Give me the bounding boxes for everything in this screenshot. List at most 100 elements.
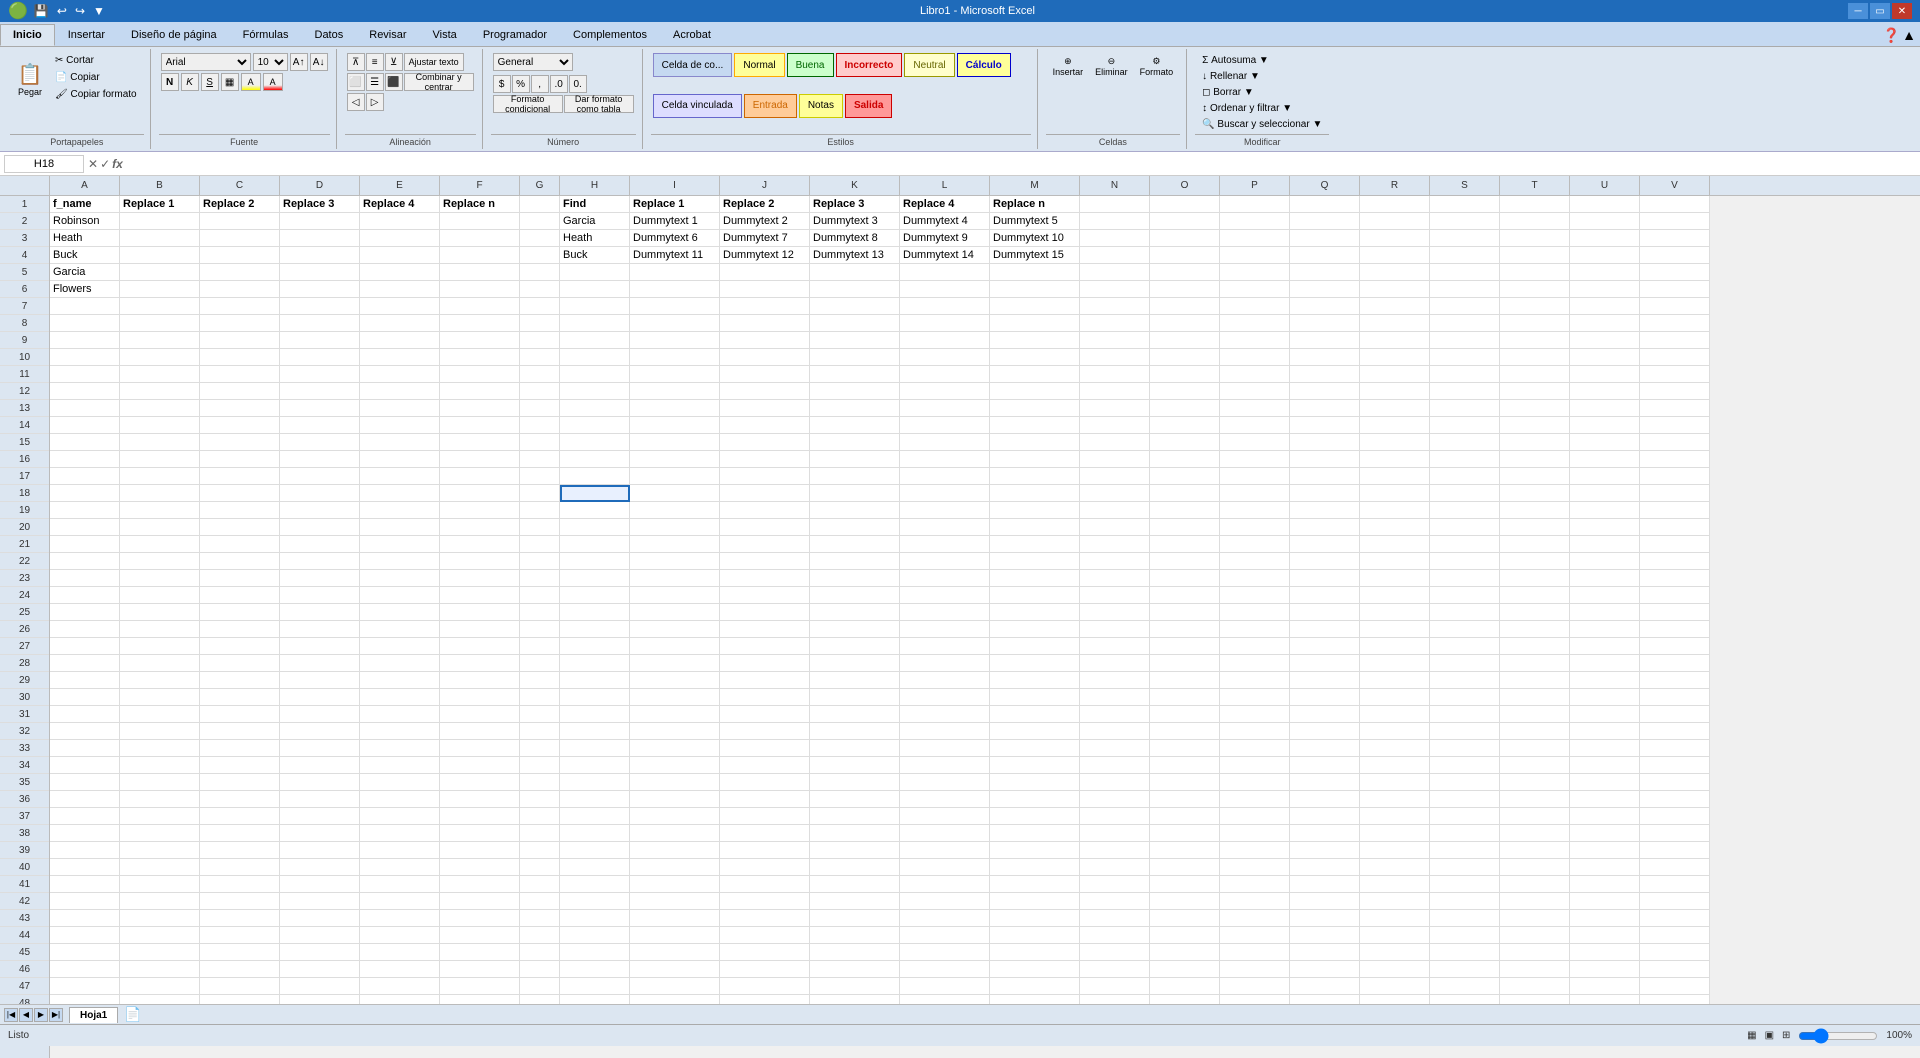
cell-t14[interactable] [1500, 417, 1570, 434]
cell-o16[interactable] [1150, 451, 1220, 468]
cell-l39[interactable] [900, 842, 990, 859]
cell-l35[interactable] [900, 774, 990, 791]
cell-h38[interactable] [560, 825, 630, 842]
view-layout-icon[interactable]: ▣ [1765, 1030, 1774, 1041]
cell-t35[interactable] [1500, 774, 1570, 791]
cell-h44[interactable] [560, 927, 630, 944]
cell-p24[interactable] [1220, 587, 1290, 604]
cell-g6[interactable] [520, 281, 560, 298]
row-header-10[interactable]: 10 [0, 349, 49, 366]
cell-r41[interactable] [1360, 876, 1430, 893]
cell-n3[interactable] [1080, 230, 1150, 247]
cell-u18[interactable] [1570, 485, 1640, 502]
cell-m26[interactable] [990, 621, 1080, 638]
cell-l25[interactable] [900, 604, 990, 621]
cell-u28[interactable] [1570, 655, 1640, 672]
cell-h27[interactable] [560, 638, 630, 655]
cell-i13[interactable] [630, 400, 720, 417]
cell-n14[interactable] [1080, 417, 1150, 434]
cell-t28[interactable] [1500, 655, 1570, 672]
cell-e20[interactable] [360, 519, 440, 536]
sheet-first-button[interactable]: |◀ [4, 1008, 18, 1022]
cell-l9[interactable] [900, 332, 990, 349]
cell-l12[interactable] [900, 383, 990, 400]
cell-j28[interactable] [720, 655, 810, 672]
cell-u16[interactable] [1570, 451, 1640, 468]
cell-g36[interactable] [520, 791, 560, 808]
cell-u8[interactable] [1570, 315, 1640, 332]
cell-p1[interactable] [1220, 196, 1290, 213]
cell-t25[interactable] [1500, 604, 1570, 621]
row-header-44[interactable]: 44 [0, 927, 49, 944]
row-header-17[interactable]: 17 [0, 468, 49, 485]
cell-t32[interactable] [1500, 723, 1570, 740]
cell-h30[interactable] [560, 689, 630, 706]
cell-v44[interactable] [1640, 927, 1710, 944]
cell-q21[interactable] [1290, 536, 1360, 553]
cell-t8[interactable] [1500, 315, 1570, 332]
cell-h14[interactable] [560, 417, 630, 434]
cell-t16[interactable] [1500, 451, 1570, 468]
cell-k35[interactable] [810, 774, 900, 791]
row-header-2[interactable]: 2 [0, 213, 49, 230]
cell-m15[interactable] [990, 434, 1080, 451]
cell-p2[interactable] [1220, 213, 1290, 230]
cell-k12[interactable] [810, 383, 900, 400]
cell-g11[interactable] [520, 366, 560, 383]
cell-v12[interactable] [1640, 383, 1710, 400]
cell-l1[interactable]: Replace 4 [900, 196, 990, 213]
cell-d23[interactable] [280, 570, 360, 587]
cell-d37[interactable] [280, 808, 360, 825]
cell-h33[interactable] [560, 740, 630, 757]
cell-e4[interactable] [360, 247, 440, 264]
cell-a23[interactable] [50, 570, 120, 587]
cell-f9[interactable] [440, 332, 520, 349]
cell-s9[interactable] [1430, 332, 1500, 349]
cell-e47[interactable] [360, 978, 440, 995]
cell-a45[interactable] [50, 944, 120, 961]
cell-d18[interactable] [280, 485, 360, 502]
cell-g26[interactable] [520, 621, 560, 638]
cell-k16[interactable] [810, 451, 900, 468]
cell-j15[interactable] [720, 434, 810, 451]
cell-t23[interactable] [1500, 570, 1570, 587]
cell-r1[interactable] [1360, 196, 1430, 213]
cell-n36[interactable] [1080, 791, 1150, 808]
col-header-g[interactable]: G [520, 176, 560, 195]
cell-p30[interactable] [1220, 689, 1290, 706]
cell-b14[interactable] [120, 417, 200, 434]
cell-c22[interactable] [200, 553, 280, 570]
cell-l16[interactable] [900, 451, 990, 468]
cell-a32[interactable] [50, 723, 120, 740]
cell-e29[interactable] [360, 672, 440, 689]
cell-s40[interactable] [1430, 859, 1500, 876]
cell-h46[interactable] [560, 961, 630, 978]
cell-h12[interactable] [560, 383, 630, 400]
cell-n19[interactable] [1080, 502, 1150, 519]
col-header-n[interactable]: N [1080, 176, 1150, 195]
cell-m14[interactable] [990, 417, 1080, 434]
cell-p3[interactable] [1220, 230, 1290, 247]
cell-d22[interactable] [280, 553, 360, 570]
cell-c43[interactable] [200, 910, 280, 927]
format-table-button[interactable]: Dar formato como tabla [564, 95, 634, 113]
cell-k3[interactable]: Dummytext 8 [810, 230, 900, 247]
cell-f28[interactable] [440, 655, 520, 672]
cell-o23[interactable] [1150, 570, 1220, 587]
cell-j4[interactable]: Dummytext 12 [720, 247, 810, 264]
cell-a5[interactable]: Garcia [50, 264, 120, 281]
cell-b8[interactable] [120, 315, 200, 332]
col-header-v[interactable]: V [1640, 176, 1710, 195]
cell-p41[interactable] [1220, 876, 1290, 893]
cell-a31[interactable] [50, 706, 120, 723]
cell-g12[interactable] [520, 383, 560, 400]
cell-r27[interactable] [1360, 638, 1430, 655]
cell-k25[interactable] [810, 604, 900, 621]
cell-r46[interactable] [1360, 961, 1430, 978]
cell-t21[interactable] [1500, 536, 1570, 553]
cell-h7[interactable] [560, 298, 630, 315]
cell-l11[interactable] [900, 366, 990, 383]
cell-f20[interactable] [440, 519, 520, 536]
cell-e15[interactable] [360, 434, 440, 451]
cell-f16[interactable] [440, 451, 520, 468]
